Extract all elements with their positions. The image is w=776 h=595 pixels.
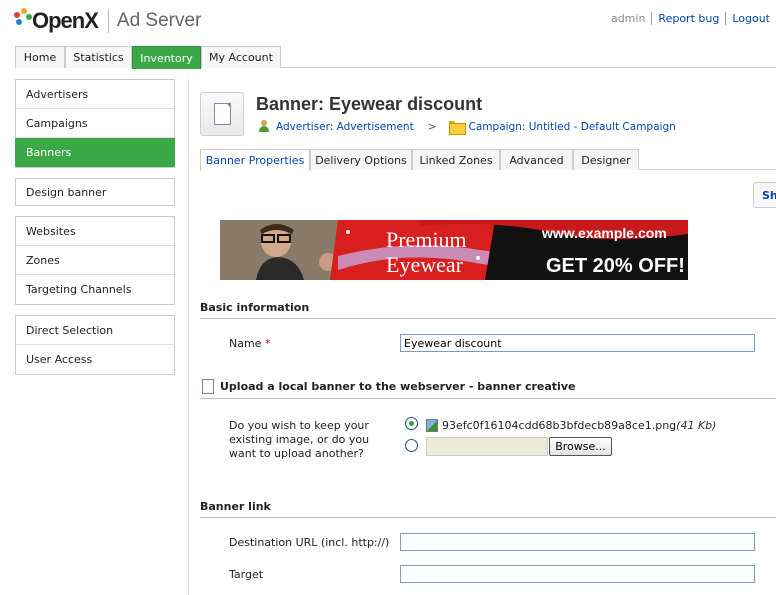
target-input[interactable] (400, 565, 755, 583)
tab-delivery-options[interactable]: Delivery Options (310, 149, 412, 170)
page-title: Banner: Eyewear discount (256, 94, 483, 114)
keep-image-radio[interactable] (405, 417, 418, 430)
sidebar-item-banners[interactable]: Banners (15, 138, 175, 167)
sidebar: Advertisers Campaigns Banners Design ban… (15, 79, 175, 385)
sidebar-item-campaigns[interactable]: Campaigns (16, 109, 174, 138)
sidebar-item-direct-selection[interactable]: Direct Selection (16, 316, 174, 345)
image-file-icon (426, 419, 438, 432)
sidebar-item-advertisers[interactable]: Advertisers (16, 80, 174, 109)
browse-button[interactable]: Browse... (549, 437, 612, 456)
name-label: Name * (229, 337, 270, 351)
sidebar-group-websites: Websites Zones Targeting Channels (15, 216, 175, 305)
destination-url-label: Destination URL (incl. http://) (229, 536, 390, 549)
document-icon (202, 379, 214, 394)
destination-url-input[interactable] (400, 533, 755, 551)
advertiser-link[interactable]: Advertiser: Advertisement (276, 121, 414, 133)
sidebar-item-zones[interactable]: Zones (16, 246, 174, 275)
tab-inventory[interactable]: Inventory (132, 46, 201, 69)
advertiser-icon (258, 120, 270, 133)
breadcrumb-separator: > (427, 120, 437, 133)
campaign-link[interactable]: Campaign: Untitled - Default Campaign (469, 121, 676, 133)
required-mark: * (264, 337, 271, 350)
banner-offer: GET 20% OFF! (546, 255, 685, 277)
top-links: admin Report bug Logout (611, 12, 770, 25)
name-input[interactable] (400, 334, 755, 352)
sidebar-group-access: Direct Selection User Access (15, 315, 175, 375)
tab-banner-properties[interactable]: Banner Properties (200, 149, 310, 171)
sidebar-item-user-access[interactable]: User Access (16, 345, 174, 374)
upload-question: Do you wish to keep your existing image,… (229, 419, 370, 460)
banner-link-heading: Banner link (200, 500, 271, 513)
tab-statistics[interactable]: Statistics (65, 46, 132, 68)
file-path-input[interactable] (426, 437, 548, 456)
section-divider (200, 398, 776, 399)
username: admin (610, 12, 646, 25)
banner-headline-1: Premium (386, 227, 467, 252)
main-nav-tabs: Home Statistics Inventory My Account (15, 46, 776, 69)
upload-new-radio[interactable] (405, 439, 418, 452)
sidebar-group-design: Design banner (15, 178, 175, 206)
logo-divider (107, 9, 109, 33)
existing-filename: 93efc0f16104cdd68b3bfdecb89a8ce1.png (442, 419, 677, 432)
banner-sub-tabs: Banner Properties Delivery Options Linke… (200, 149, 776, 171)
target-label: Target (229, 568, 264, 581)
name-label-text: Name (229, 337, 262, 350)
breadcrumb: Advertiser: Advertisement > Campaign: Un… (258, 120, 676, 135)
section-divider (200, 517, 776, 518)
existing-file: 93efc0f16104cdd68b3bfdecb89a8ce1.png (41… (426, 419, 716, 432)
banner-headline-2: Eyewear (386, 252, 464, 277)
upload-heading-text: Upload a local banner to the webserver -… (220, 380, 576, 393)
campaign-folder-icon (448, 120, 466, 135)
logout-link[interactable]: Logout (732, 12, 770, 25)
sidebar-item-targeting-channels[interactable]: Targeting Channels (16, 275, 174, 304)
banner-preview-image: Premium Eyewear www.example.com GET 20% … (220, 220, 688, 280)
tab-home[interactable]: Home (15, 46, 65, 68)
existing-filesize: (41 Kb) (676, 419, 717, 432)
openx-logo: OpenX Ad Server (12, 6, 201, 36)
tab-my-account[interactable]: My Account (201, 46, 281, 68)
sidebar-item-design-banner[interactable]: Design banner (16, 179, 174, 205)
upload-heading: Upload a local banner to the webserver -… (202, 379, 575, 394)
banner-url: www.example.com (541, 225, 667, 241)
basic-info-heading: Basic information (200, 301, 310, 314)
show-button[interactable]: Sh (753, 182, 776, 208)
section-divider (200, 318, 776, 319)
content-divider (188, 79, 189, 595)
tab-advanced[interactable]: Advanced (500, 149, 573, 170)
tab-linked-zones[interactable]: Linked Zones (412, 149, 500, 170)
logo-text: OpenX (32, 8, 99, 33)
banner-page-icon (200, 92, 244, 136)
link-divider (725, 12, 727, 25)
link-divider (651, 12, 653, 25)
product-name: Ad Server (116, 10, 202, 31)
report-bug-link[interactable]: Report bug (658, 12, 719, 25)
tab-designer[interactable]: Designer (573, 149, 639, 170)
sidebar-group-inventory: Advertisers Campaigns Banners (15, 79, 175, 168)
sidebar-item-websites[interactable]: Websites (16, 217, 174, 246)
logo-dots-icon (12, 8, 34, 34)
